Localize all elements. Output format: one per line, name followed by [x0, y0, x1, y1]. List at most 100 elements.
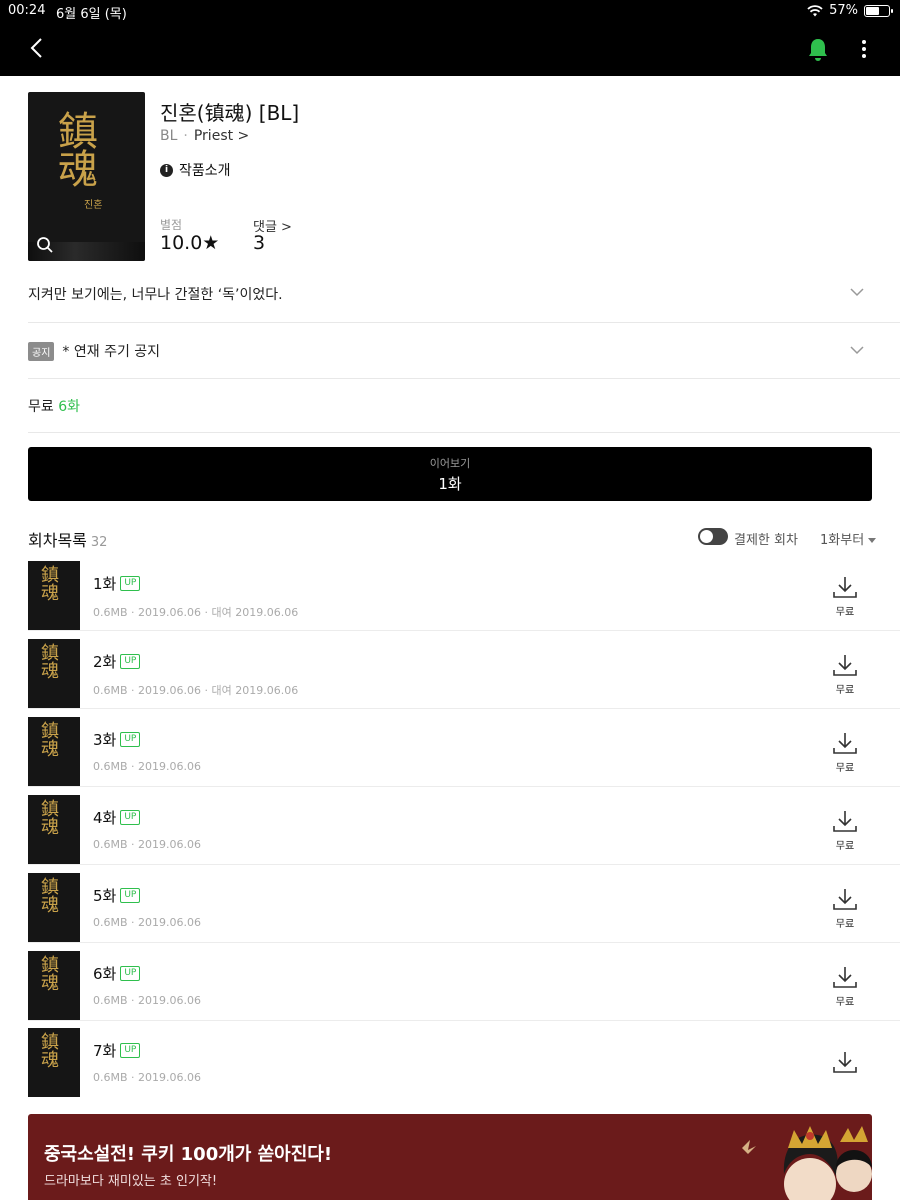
episode-thumbnail: 鎮魂: [28, 561, 80, 630]
sort-dropdown[interactable]: 1화부터: [820, 529, 877, 548]
free-count: 6화: [58, 399, 81, 415]
purchased-toggle-label: 결제한 회차: [734, 533, 798, 548]
meta-separator: ·: [183, 128, 188, 144]
author-link[interactable]: Priest >: [194, 128, 249, 144]
cover-title-art: 鎮魂: [51, 110, 97, 186]
continue-reading-button[interactable]: 이어보기 1화: [28, 447, 872, 501]
chevron-down-icon[interactable]: [850, 346, 864, 355]
divider: [28, 942, 900, 943]
download-icon[interactable]: [832, 965, 858, 989]
episode-title-text: 1화: [93, 575, 117, 593]
episode-price: 무료: [835, 763, 855, 774]
book-cover[interactable]: 鎮魂 진혼: [28, 92, 145, 261]
battery-percent: 57%: [829, 3, 858, 18]
rating-label: 별점: [160, 218, 183, 232]
cover-subtitle: 진혼: [84, 200, 103, 211]
free-label: 무료: [28, 399, 54, 415]
episode-list-label: 회차목록: [28, 531, 87, 550]
bell-icon[interactable]: [806, 36, 830, 62]
chevron-down-icon[interactable]: [850, 288, 864, 297]
episode-row[interactable]: 鎮魂 5화 UP 0.6MB · 2019.06.06 무료: [28, 873, 900, 943]
status-right: 57%: [807, 3, 893, 18]
up-badge: UP: [120, 576, 141, 591]
download-icon[interactable]: [832, 887, 858, 911]
episode-title-text: 2화: [93, 653, 117, 671]
episode-title-text: 3화: [93, 731, 117, 749]
episode-row[interactable]: 鎮魂 6화 UP 0.6MB · 2019.06.06 무료: [28, 951, 900, 1021]
genre-label: BL: [160, 128, 178, 144]
up-badge: UP: [120, 888, 141, 903]
divider: [28, 378, 900, 379]
wifi-icon: [807, 4, 823, 16]
divider: [28, 1020, 900, 1021]
divider: [28, 708, 900, 709]
episode-title: 3화 UP: [93, 729, 141, 750]
episode-meta: 0.6MB · 2019.06.06 · 대여 2019.06.06: [93, 684, 299, 697]
notice-row[interactable]: 공지 * 연재 주기 공지: [28, 341, 872, 361]
episode-title: 1화 UP: [93, 573, 141, 594]
episode-row[interactable]: 鎮魂 7화 UP 0.6MB · 2019.06.06: [28, 1028, 900, 1098]
episode-thumbnail: 鎮魂: [28, 873, 80, 942]
episode-meta: 0.6MB · 2019.06.06: [93, 994, 202, 1007]
download-icon[interactable]: [832, 575, 858, 599]
download-icon[interactable]: [832, 809, 858, 833]
episode-meta: 0.6MB · 2019.06.06: [93, 1071, 202, 1084]
download-icon[interactable]: [832, 731, 858, 755]
episode-row[interactable]: 鎮魂 1화 UP 0.6MB · 2019.06.06 · 대여 2019.06…: [28, 561, 900, 631]
episode-thumbnail: 鎮魂: [28, 639, 80, 708]
zoom-icon[interactable]: [36, 236, 54, 254]
info-icon: i: [160, 163, 173, 177]
banner-subtitle: 드라마보다 재미있는 초 인기작!: [44, 1174, 218, 1189]
episode-row[interactable]: 鎮魂 4화 UP 0.6MB · 2019.06.06 무료: [28, 795, 900, 865]
episode-title: 2화 UP: [93, 651, 141, 672]
battery-icon: [864, 4, 893, 17]
status-time: 00:24: [8, 3, 46, 18]
intro-label: 작품소개: [179, 163, 231, 179]
banner-title: 중국소설전! 쿠키 100개가 쏟아진다!: [44, 1144, 333, 1165]
tagline-text: 지켜만 보기에는, 너무나 간절한 ‘독’이었다.: [28, 287, 283, 303]
episode-price: 무료: [835, 607, 855, 618]
episode-thumbnail: 鎮魂: [28, 795, 80, 864]
episode-row[interactable]: 鎮魂 3화 UP 0.6MB · 2019.06.06 무료: [28, 717, 900, 787]
book-meta: BL · Priest >: [160, 128, 249, 144]
banner-illustration: [742, 1126, 872, 1200]
promo-banner[interactable]: 중국소설전! 쿠키 100개가 쏟아진다! 드라마보다 재미있는 초 인기작!: [28, 1114, 872, 1200]
continue-episode-label: 1화: [438, 475, 462, 493]
rating-value: 10.0★: [160, 232, 220, 254]
episode-title-text: 4화: [93, 809, 117, 827]
up-badge: UP: [120, 1043, 141, 1058]
free-episodes-info: 무료 6화: [28, 396, 872, 416]
episode-meta: 0.6MB · 2019.06.06 · 대여 2019.06.06: [93, 606, 299, 619]
episode-meta: 0.6MB · 2019.06.06: [93, 838, 202, 851]
divider: [28, 322, 900, 323]
episode-price: 무료: [835, 997, 855, 1008]
episode-count: 32: [90, 535, 108, 550]
intro-button[interactable]: i 작품소개: [160, 160, 231, 180]
episode-title: 4화 UP: [93, 807, 141, 828]
episode-thumbnail: 鎮魂: [28, 1028, 80, 1097]
download-icon[interactable]: [832, 653, 858, 677]
episode-thumbnail: 鎮魂: [28, 951, 80, 1020]
purchased-toggle[interactable]: [698, 528, 728, 545]
sort-label: 1화부터: [820, 533, 865, 548]
episode-price: 무료: [835, 841, 855, 852]
episode-thumbnail: 鎮魂: [28, 717, 80, 786]
caret-down-icon: [868, 538, 877, 543]
more-options-icon[interactable]: [854, 38, 874, 60]
episode-title-text: 6화: [93, 965, 117, 983]
episode-title-text: 7화: [93, 1042, 117, 1060]
notice-text: * 연재 주기 공지: [62, 344, 161, 360]
tagline-row[interactable]: 지켜만 보기에는, 너무나 간절한 ‘독’이었다.: [28, 284, 872, 304]
divider: [28, 864, 900, 865]
episode-meta: 0.6MB · 2019.06.06: [93, 916, 202, 929]
episode-title: 5화 UP: [93, 885, 141, 906]
episode-row[interactable]: 鎮魂 2화 UP 0.6MB · 2019.06.06 · 대여 2019.06…: [28, 639, 900, 709]
divider: [28, 630, 900, 631]
top-app-bar: 00:24 6월 6일 (목) 57%: [0, 0, 900, 76]
continue-sub-label: 이어보기: [429, 457, 471, 470]
episode-price: 무료: [835, 919, 855, 930]
back-icon[interactable]: [26, 36, 48, 60]
up-badge: UP: [120, 732, 141, 747]
download-icon[interactable]: [832, 1050, 858, 1074]
up-badge: UP: [120, 810, 141, 825]
